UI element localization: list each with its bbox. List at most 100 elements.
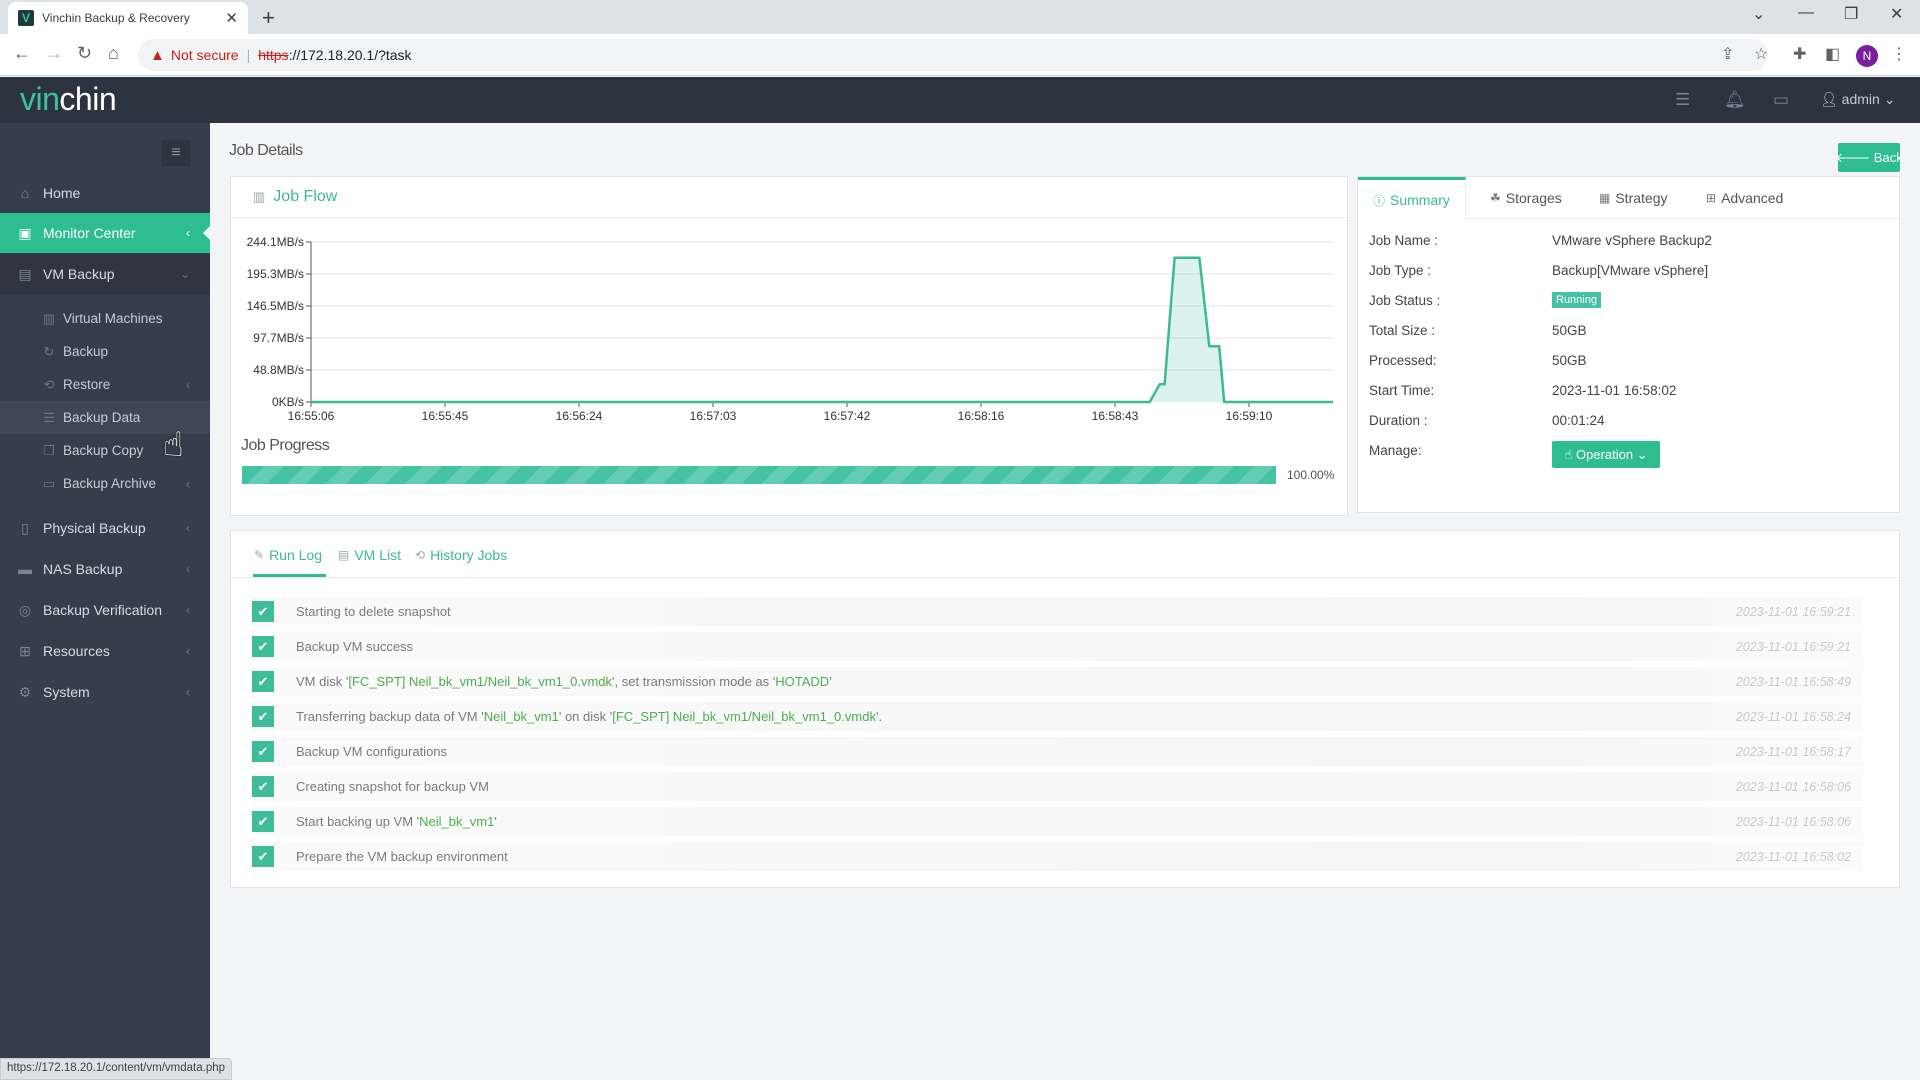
sidebar-subitem-backup[interactable]: ↻ Backup — [0, 335, 210, 368]
storages-icon: ☘ — [1490, 191, 1501, 205]
minimize-icon[interactable]: — — [1798, 4, 1814, 22]
sidebar-item-physical-backup[interactable]: ▯ Physical Backup ‹ — [0, 508, 210, 548]
vinchin-logo[interactable]: vinchin — [20, 81, 117, 118]
sidebar-subitem-backup-archive[interactable]: ▭ Backup Archive ‹ — [0, 467, 210, 500]
sidebar-item-resources[interactable]: ⊞ Resources ‹ — [0, 631, 210, 671]
tab-label: History Jobs — [430, 547, 508, 563]
url-input[interactable]: ▲ Not secure | https ://172.18.20.1/?tas… — [138, 39, 1768, 71]
server-icon: ▯ — [21, 519, 29, 536]
star-bookmark-icon[interactable]: ☆ — [1754, 44, 1768, 64]
vm-list-icon: ▥ — [42, 310, 56, 326]
log-timestamp: 2023-11-01 16:58:24 — [1735, 709, 1851, 724]
back-arrow-icon[interactable]: ← — [13, 43, 31, 64]
tab-advanced[interactable]: ⊞ Advanced — [1706, 177, 1783, 219]
log-message: VM disk '[FC_SPT] Neil_bk_vm1/Neil_bk_vm… — [296, 674, 832, 689]
browser-menu-icon[interactable]: ⋮ — [1891, 44, 1907, 64]
log-highlight: [FC_SPT] Neil_bk_vm1/Neil_bk_vm1_0.vmdk — [348, 674, 613, 689]
log-message: Prepare the VM backup environment — [296, 849, 508, 864]
tab-summary[interactable]: ⓘ Summary — [1358, 177, 1466, 220]
sidebar-item-label: Backup Archive — [63, 476, 157, 491]
chevron-left-icon: ‹ — [186, 603, 190, 617]
log-text: Transferring backup data of VM ' — [296, 709, 484, 724]
duration-value: 00:01:24 — [1552, 413, 1605, 428]
sidebar-item-monitor-center[interactable]: ▣ Monitor Center ‹ — [0, 213, 211, 253]
tab-history-jobs[interactable]: ⟲ History Jobs — [415, 547, 507, 563]
monitor-icon[interactable]: ▭ — [1773, 90, 1789, 110]
back-label: Back — [1873, 150, 1903, 165]
tab-label: Summary — [1390, 192, 1450, 208]
start-time-value: 2023-11-01 16:58:02 — [1552, 383, 1677, 398]
log-highlight: Neil_bk_vm1 — [419, 814, 495, 829]
tab-storages[interactable]: ☘ Storages — [1490, 177, 1562, 219]
grid-icon: ⊞ — [19, 642, 31, 659]
edit-icon: ✎ — [254, 548, 265, 562]
shield-check-icon: ◎ — [18, 601, 32, 618]
job-progress-bar — [242, 466, 1276, 484]
sidebar-subitem-virtual-machines[interactable]: ▥ Virtual Machines — [0, 302, 210, 335]
tab-search-chevron-icon[interactable]: ⌄ — [1752, 4, 1765, 24]
tab-label: VM List — [354, 547, 402, 563]
browser-tab[interactable]: V Vinchin Backup & Recovery ✕ — [8, 2, 248, 34]
x-tick-label: 16:55:06 — [288, 409, 335, 423]
sidebar-item-vm-backup[interactable]: ▤ VM Backup ⌄ — [0, 254, 210, 294]
tab-run-log[interactable]: ✎ Run Log — [254, 547, 322, 563]
x-tick-label: 16:55:45 — [422, 409, 469, 423]
restore-window-icon[interactable]: ❐ — [1844, 4, 1858, 24]
back-button[interactable]: 🡐︎ Back — [1835, 143, 1903, 172]
chevron-left-icon: ‹ — [186, 377, 190, 392]
history-icon: ⟲ — [415, 548, 426, 562]
job-type-label: Job Type : — [1369, 263, 1432, 278]
log-timestamp: 2023-11-01 16:58:17 — [1735, 744, 1851, 759]
new-tab-icon[interactable]: + — [262, 5, 275, 31]
job-flow-chart: 0KB/s 48.8MB/s 97.7MB/s 146.5MB/s 195.3MB/s 2… — [247, 235, 1333, 423]
extensions-puzzle-icon[interactable]: ✚ — [1793, 44, 1806, 64]
sidebar-item-backup-verification[interactable]: ◎ Backup Verification ‹ — [0, 590, 210, 630]
logo-vin: vin — [20, 81, 60, 117]
close-window-icon[interactable]: ✕ — [1890, 4, 1903, 24]
job-progress-fill — [242, 466, 1276, 484]
job-progress-label: Job Progress — [241, 437, 330, 454]
log-text: Backup VM configurations — [296, 744, 448, 759]
chevron-left-icon: ‹ — [186, 562, 190, 576]
y-tick-label: 244.1MB/s — [247, 235, 304, 249]
vm-icon: ▤ — [18, 265, 32, 282]
sidebar-item-label: Resources — [43, 643, 110, 659]
close-tab-icon[interactable]: ✕ — [225, 9, 238, 27]
chevron-left-icon: ‹ — [186, 476, 190, 491]
operation-dropdown-button[interactable]: ☝︎ Operation ⌄ — [1552, 441, 1660, 468]
bell-icon[interactable]: 🔔︎ — [1724, 90, 1746, 110]
database-icon: ☰ — [43, 409, 55, 425]
sidebar-subitem-restore[interactable]: ⟲ Restore ‹ — [0, 368, 210, 401]
job-status-label: Job Status : — [1369, 293, 1441, 308]
log-entry: ✔ Backup VM success 2023-11-01 16:59:21 — [251, 632, 1863, 661]
tab-vm-list[interactable]: ▤ VM List — [338, 547, 401, 563]
sidebar-item-label: Home — [43, 185, 81, 201]
profile-avatar[interactable]: N — [1856, 45, 1878, 67]
home-icon[interactable]: ⌂ — [108, 43, 119, 64]
tab-strategy[interactable]: ▦ Strategy — [1599, 177, 1667, 219]
total-size-label: Total Size : — [1369, 323, 1436, 338]
processed-label: Processed: — [1369, 353, 1437, 368]
username: admin — [1841, 91, 1880, 107]
sidebar-item-home[interactable]: ⌂ Home — [0, 173, 210, 213]
sidebar-item-system[interactable]: ⚙︎ System ‹ — [0, 672, 210, 712]
restore-icon: ⟲ — [43, 376, 55, 392]
side-panel-icon[interactable]: ◧ — [1825, 44, 1840, 64]
task-list-icon[interactable]: ☰ — [1675, 90, 1690, 110]
share-icon[interactable]: ⇪ — [1721, 44, 1734, 64]
log-timestamp: 2023-11-01 16:58:02 — [1735, 849, 1851, 864]
log-timestamp: 2023-11-01 16:59:21 — [1735, 604, 1851, 619]
log-timestamp: 2023-11-01 16:59:21 — [1735, 639, 1851, 654]
forward-arrow-icon[interactable]: → — [45, 43, 63, 64]
tab-title: Vinchin Backup & Recovery — [42, 11, 190, 25]
log-message: Transferring backup data of VM 'Neil_bk_… — [296, 709, 882, 724]
user-menu[interactable]: 👤︎ admin ⌄ — [1820, 91, 1895, 108]
log-message: Start backing up VM 'Neil_bk_vm1' — [296, 814, 497, 829]
reload-icon[interactable]: ↻ — [77, 43, 92, 64]
sidebar-toggle-icon[interactable]: ≡ — [162, 140, 190, 166]
summary-card: ⓘ Summary ☘ Storages ▦ Strategy ⊞ Advanced J… — [1357, 176, 1900, 513]
warning-icon: ▲ — [150, 46, 165, 64]
sidebar-item-label: NAS Backup — [43, 561, 123, 577]
log-message: Starting to delete snapshot — [296, 604, 451, 619]
sidebar-item-nas-backup[interactable]: ▬ NAS Backup ‹ — [0, 549, 210, 589]
